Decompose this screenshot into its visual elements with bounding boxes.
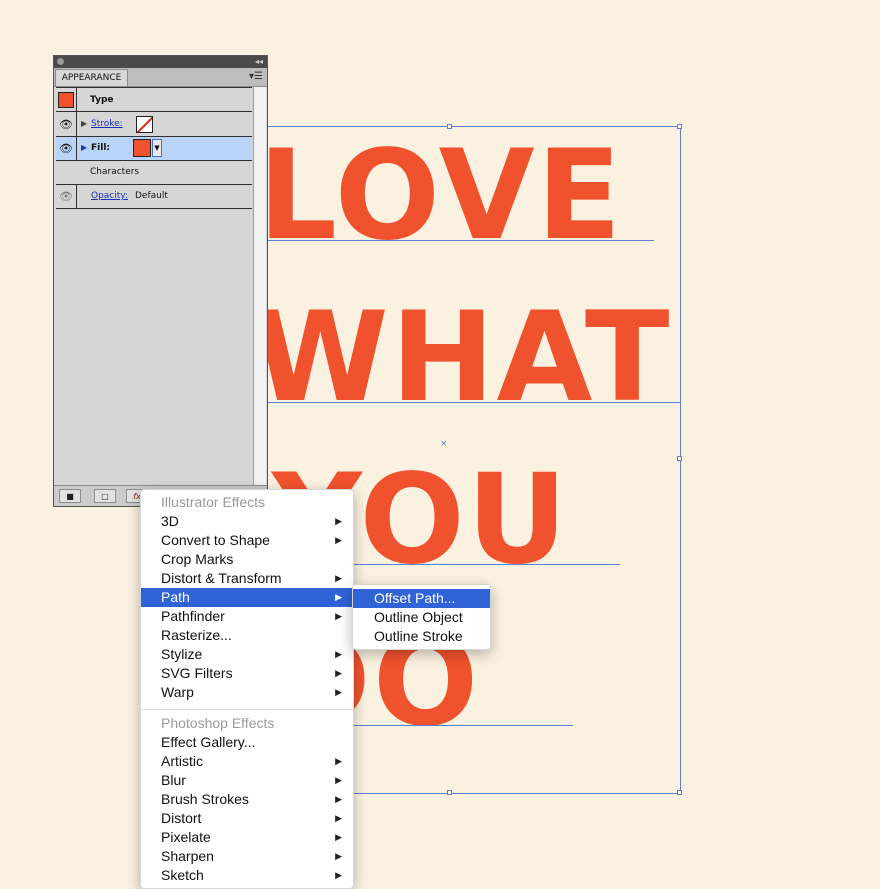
submenu-arrow-icon: ▶ xyxy=(335,516,342,526)
menu-item-offset-path[interactable]: Offset Path... xyxy=(353,589,490,608)
submenu-arrow-icon: ▶ xyxy=(335,535,342,545)
menu-item-pathfinder[interactable]: Pathfinder ▶ xyxy=(141,607,353,626)
submenu-arrow-icon: ▶ xyxy=(335,794,342,804)
appearance-list: Type 👁 ▶ Stroke: 👁 ▶ Fill: ▼ Characters … xyxy=(56,87,252,507)
menu-item-stylize[interactable]: Stylize ▶ xyxy=(141,645,353,664)
appearance-row-stroke[interactable]: 👁 ▶ Stroke: xyxy=(56,112,252,137)
appearance-row-type[interactable]: Type xyxy=(56,87,252,112)
center-point-icon: × xyxy=(440,439,448,449)
menu-item-svg-filters[interactable]: SVG Filters ▶ xyxy=(141,664,353,683)
menu-item-crop-marks[interactable]: Crop Marks xyxy=(141,550,353,569)
submenu-arrow-icon: ▶ xyxy=(335,756,342,766)
path-submenu[interactable]: Offset Path... Outline Object Outline St… xyxy=(352,584,491,650)
fill-color-swatch[interactable] xyxy=(133,139,151,157)
appearance-row-opacity[interactable]: 👁 Opacity: Default xyxy=(56,185,252,209)
eye-icon[interactable]: 👁 xyxy=(56,137,77,160)
menu-item-blur[interactable]: Blur ▶ xyxy=(141,771,353,790)
menu-item-distort-transform[interactable]: Distort & Transform ▶ xyxy=(141,569,353,588)
selection-handle-bottom-right[interactable] xyxy=(677,790,682,795)
menu-separator xyxy=(141,709,353,710)
submenu-arrow-icon: ▶ xyxy=(335,851,342,861)
panel-scrollbar[interactable] xyxy=(253,87,266,487)
selection-handle-top-right[interactable] xyxy=(677,124,682,129)
panel-menu-icon[interactable]: ▾☰ xyxy=(249,69,263,85)
selection-handle-top-middle[interactable] xyxy=(447,124,452,129)
expand-triangle-icon[interactable]: ▶ xyxy=(81,119,87,128)
menu-header-photoshop-effects: Photoshop Effects xyxy=(161,715,275,731)
menu-item-effect-gallery[interactable]: Effect Gallery... xyxy=(141,733,353,752)
menu-item-outline-stroke[interactable]: Outline Stroke xyxy=(353,627,490,646)
menu-item-convert-to-shape[interactable]: Convert to Shape ▶ xyxy=(141,531,353,550)
submenu-arrow-icon: ▶ xyxy=(335,611,342,621)
stroke-label[interactable]: Stroke: xyxy=(91,119,123,129)
submenu-arrow-icon: ▶ xyxy=(335,592,342,602)
fill-dropdown-icon[interactable]: ▼ xyxy=(152,139,162,157)
selection-handle-middle-right[interactable] xyxy=(677,456,682,461)
tab-appearance[interactable]: APPEARANCE xyxy=(55,69,128,86)
submenu-arrow-icon: ▶ xyxy=(335,687,342,697)
submenu-arrow-icon: ▶ xyxy=(335,573,342,583)
appearance-panel[interactable]: ◂◂ APPEARANCE ▾☰ Type 👁 ▶ Stroke: 👁 ▶ Fi… xyxy=(53,55,268,507)
panel-titlebar[interactable]: ◂◂ xyxy=(54,56,267,68)
menu-item-sharpen[interactable]: Sharpen ▶ xyxy=(141,847,353,866)
type-label: Type xyxy=(90,95,114,105)
characters-label: Characters xyxy=(90,167,140,177)
eye-icon[interactable]: 👁 xyxy=(56,112,77,136)
panel-close-icon[interactable] xyxy=(57,58,64,65)
menu-item-pixelate[interactable]: Pixelate ▶ xyxy=(141,828,353,847)
menu-item-outline-object[interactable]: Outline Object xyxy=(353,608,490,627)
none-slash-icon xyxy=(137,117,152,132)
menu-item-3d[interactable]: 3D ▶ xyxy=(141,512,353,531)
menu-item-sketch[interactable]: Sketch ▶ xyxy=(141,866,353,885)
panel-collapse-icon[interactable]: ◂◂ xyxy=(255,57,263,67)
submenu-arrow-icon: ▶ xyxy=(335,775,342,785)
type-swatch-cell xyxy=(56,88,77,111)
panel-tabbar: APPEARANCE ▾☰ xyxy=(54,68,267,87)
menu-header-illustrator-effects: Illustrator Effects xyxy=(161,494,266,510)
menu-item-warp[interactable]: Warp ▶ xyxy=(141,683,353,702)
menu-item-distort[interactable]: Distort ▶ xyxy=(141,809,353,828)
baseline-what xyxy=(268,402,680,403)
appearance-row-fill[interactable]: 👁 ▶ Fill: ▼ xyxy=(56,137,252,161)
expand-triangle-icon[interactable]: ▶ xyxy=(81,143,87,152)
submenu-arrow-icon: ▶ xyxy=(335,870,342,880)
submenu-arrow-icon: ▶ xyxy=(335,649,342,659)
effects-menu[interactable]: Illustrator Effects 3D ▶ Convert to Shape… xyxy=(140,489,354,889)
menu-item-rasterize[interactable]: Rasterize... xyxy=(141,626,353,645)
selection-handle-bottom-middle[interactable] xyxy=(447,790,452,795)
opacity-label[interactable]: Opacity: xyxy=(91,191,128,201)
appearance-row-characters[interactable]: Characters xyxy=(56,161,252,185)
stroke-none-swatch[interactable] xyxy=(136,116,153,133)
new-art-icon[interactable]: ■ xyxy=(59,489,81,503)
opacity-value: Default xyxy=(135,191,168,201)
eye-icon[interactable]: 👁 xyxy=(56,185,77,208)
clear-appearance-icon[interactable]: □ xyxy=(94,489,116,503)
fill-label[interactable]: Fill: xyxy=(91,143,110,153)
submenu-arrow-icon: ▶ xyxy=(335,832,342,842)
baseline-love xyxy=(268,240,654,241)
submenu-arrow-icon: ▶ xyxy=(335,813,342,823)
menu-item-brush-strokes[interactable]: Brush Strokes ▶ xyxy=(141,790,353,809)
menu-item-path[interactable]: Path ▶ xyxy=(141,588,353,607)
submenu-arrow-icon: ▶ xyxy=(335,668,342,678)
menu-item-artistic[interactable]: Artistic ▶ xyxy=(141,752,353,771)
type-color-swatch xyxy=(58,91,74,108)
